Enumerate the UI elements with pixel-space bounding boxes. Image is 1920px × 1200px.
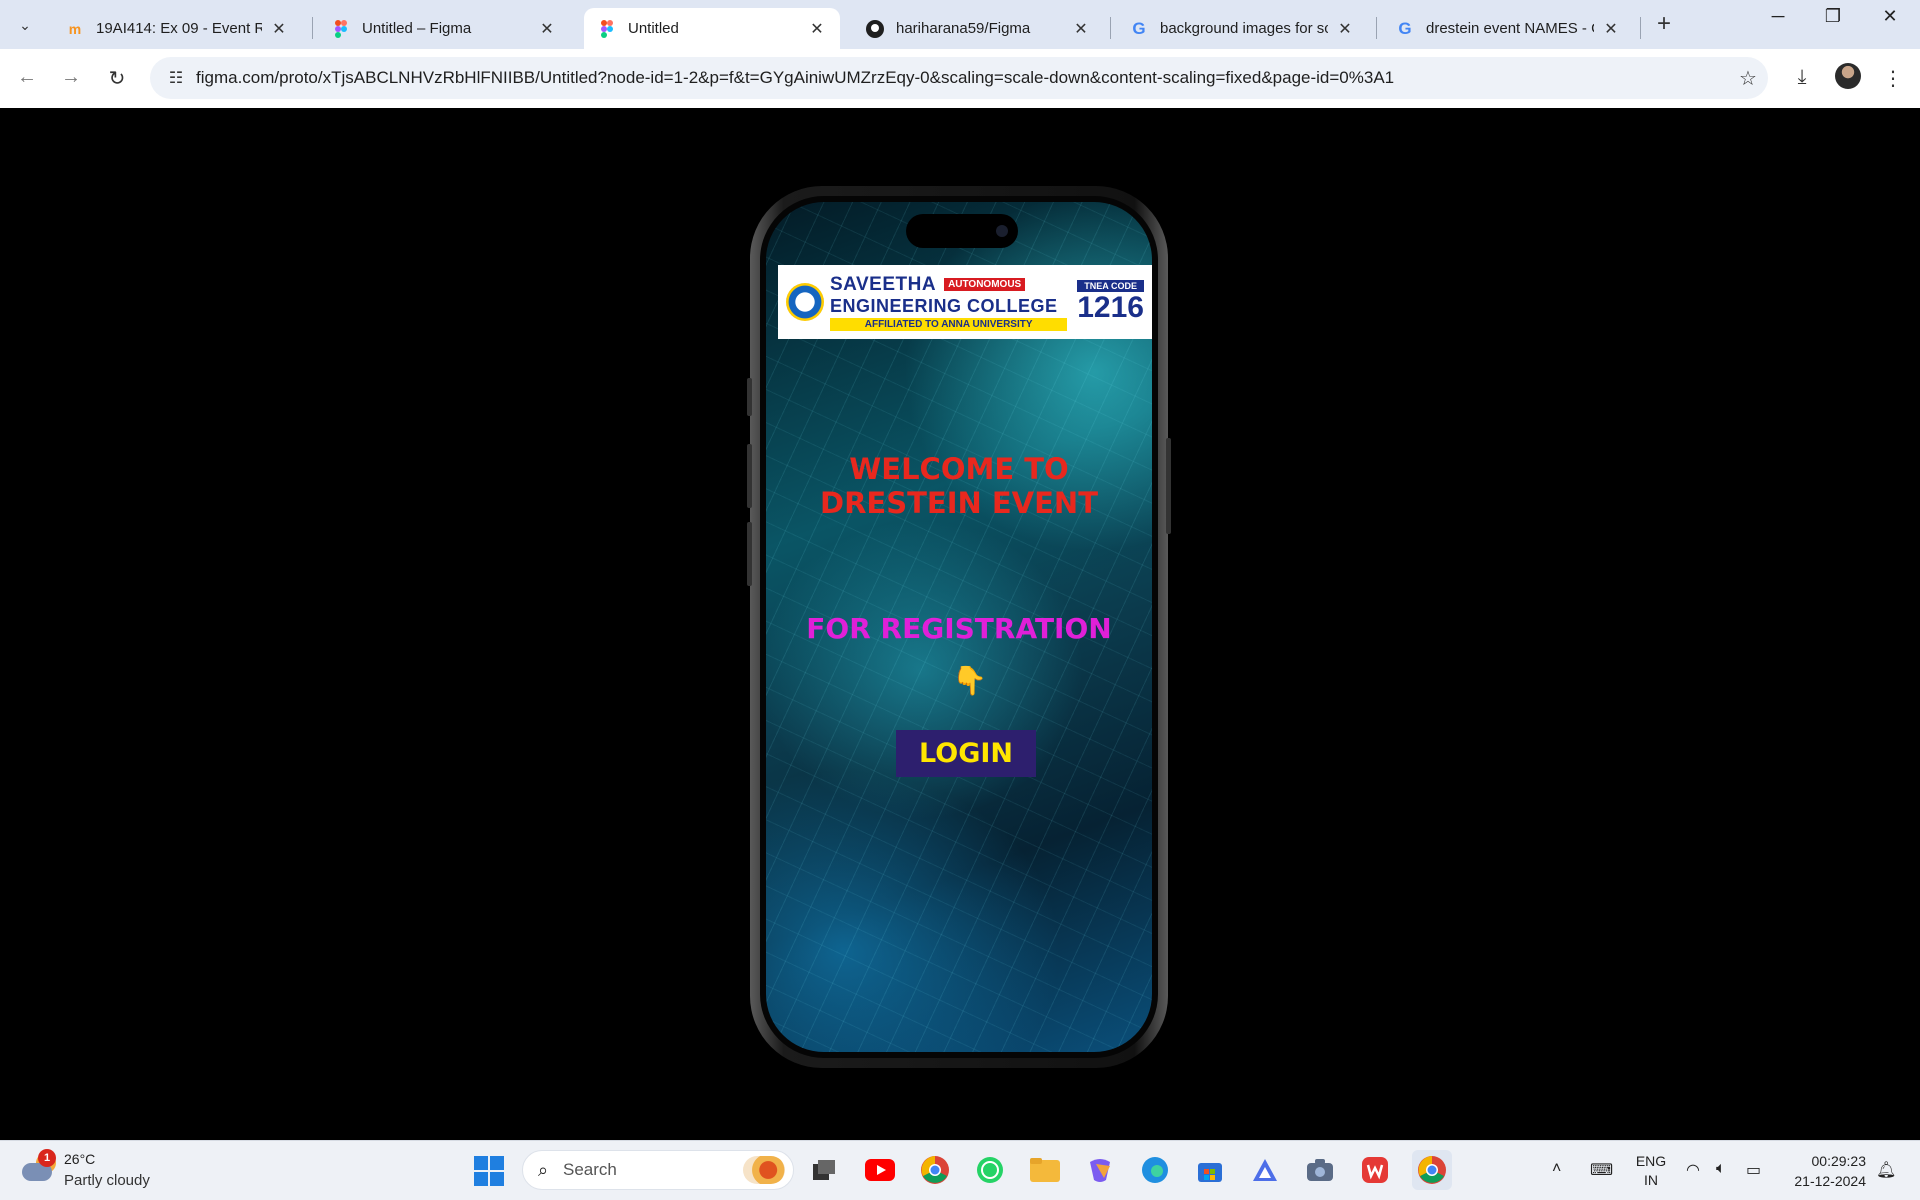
moodle-icon: m — [68, 20, 82, 37]
more-menu-icon[interactable]: ⋮ — [1879, 66, 1907, 91]
notification-badge: 1 — [38, 1149, 56, 1167]
wifi-icon[interactable]: ◠ — [1686, 1160, 1700, 1180]
tab-google-search-images[interactable]: G background images for sci ✕ — [1116, 8, 1368, 49]
restore-icon[interactable]: ❐ — [1813, 6, 1853, 27]
figma-prototype-viewport: SAVEETHA AUTONOMOUS ENGINEERING COLLEGE … — [0, 108, 1920, 1140]
phone-side-button — [747, 522, 752, 586]
close-tab-icon[interactable]: ✕ — [1602, 19, 1620, 39]
chrome-profile-icon[interactable] — [1412, 1150, 1452, 1190]
tab-title: 19AI414: Ex 09 - Event Reg — [96, 20, 262, 37]
arc-icon[interactable] — [1249, 1154, 1281, 1186]
figma-icon — [332, 19, 350, 38]
tab-divider — [312, 17, 313, 39]
notification-bell-icon[interactable]: 🔔︎ — [1876, 1160, 1896, 1180]
language-code: ENG — [1635, 1153, 1667, 1169]
college-name-line1: SAVEETHA — [830, 273, 937, 295]
autonomous-badge: AUTONOMOUS — [944, 278, 1026, 291]
close-tab-icon[interactable]: ✕ — [270, 19, 288, 39]
weather-temperature[interactable]: 26°C — [64, 1151, 95, 1167]
tnea-code: 1216 — [1077, 291, 1144, 324]
reload-icon[interactable]: ↻ — [104, 66, 130, 91]
tab-title: Untitled — [628, 20, 679, 37]
tab-title: background images for sci — [1160, 20, 1328, 37]
search-highlight-icon — [743, 1156, 785, 1184]
close-tab-icon[interactable]: ✕ — [1336, 19, 1354, 39]
phone-frame: SAVEETHA AUTONOMOUS ENGINEERING COLLEGE … — [747, 186, 1171, 1068]
close-tab-icon[interactable]: ✕ — [538, 19, 556, 39]
google-icon: G — [1398, 18, 1412, 38]
address-bar[interactable]: ☷ figma.com/proto/xTjsABCLNHVzRbHlFNIIBB… — [150, 57, 1768, 99]
tab-divider — [1640, 17, 1641, 39]
phone-side-button — [747, 444, 752, 508]
tab-title: Untitled – Figma — [362, 20, 472, 37]
site-info-icon[interactable]: ☷ — [156, 68, 196, 88]
close-tab-icon[interactable]: ✕ — [808, 19, 826, 39]
tab-figma-editor[interactable]: Untitled – Figma ✕ — [318, 8, 570, 49]
pointing-down-icon: 👇 — [952, 665, 987, 696]
forward-icon[interactable]: → — [58, 66, 84, 89]
copilot-icon[interactable] — [1084, 1154, 1116, 1186]
weather-condition[interactable]: Partly cloudy — [64, 1172, 150, 1189]
clock-date: 21-12-2024 — [1794, 1173, 1866, 1189]
bookmark-star-icon[interactable]: ☆ — [1728, 66, 1768, 91]
registration-text: FOR REGISTRATION — [806, 612, 1112, 645]
tab-google-search-names[interactable]: G drestein event NAMES - G ✕ — [1382, 8, 1634, 49]
edge-icon[interactable] — [1139, 1154, 1171, 1186]
browser-toolbar: ← → ↻ ☷ figma.com/proto/xTjsABCLNHVzRbHl… — [0, 49, 1920, 108]
keyboard-icon[interactable]: ⌨ — [1590, 1160, 1613, 1180]
tab-title: drestein event NAMES - G — [1426, 20, 1594, 37]
windows-start-icon[interactable] — [474, 1156, 504, 1186]
login-button[interactable]: LOGIN — [896, 730, 1036, 777]
college-logo-icon — [786, 283, 824, 321]
welcome-heading: WELCOME TO DRESTEIN EVENT — [820, 452, 1098, 520]
github-icon — [866, 19, 884, 38]
figma-icon — [598, 19, 616, 38]
region-code: IN — [1644, 1172, 1658, 1188]
phone-side-button — [747, 378, 752, 416]
whatsapp-icon[interactable] — [974, 1154, 1006, 1186]
close-window-icon[interactable]: ✕ — [1870, 6, 1910, 27]
search-icon: ⌕ — [537, 1159, 549, 1180]
tab-moodle[interactable]: m 19AI414: Ex 09 - Event Reg ✕ — [52, 8, 302, 49]
file-explorer-dark-icon[interactable] — [808, 1154, 840, 1186]
new-tab-button[interactable]: + — [1650, 10, 1678, 38]
clock-time: 00:29:23 — [1811, 1153, 1867, 1169]
close-tab-icon[interactable]: ✕ — [1072, 19, 1090, 39]
profile-avatar[interactable] — [1835, 63, 1861, 89]
phone-screen: SAVEETHA AUTONOMOUS ENGINEERING COLLEGE … — [766, 202, 1152, 1052]
affiliation-strip: AFFILIATED TO ANNA UNIVERSITY — [830, 317, 1068, 331]
store-icon[interactable] — [1194, 1154, 1226, 1186]
file-explorer-icon[interactable] — [1029, 1154, 1061, 1186]
download-icon[interactable]: ⤓ — [1788, 66, 1816, 89]
google-icon: G — [1132, 18, 1146, 38]
search-placeholder: Search — [563, 1160, 617, 1179]
tab-untitled-prototype[interactable]: Untitled ✕ — [584, 8, 840, 49]
tab-github[interactable]: hariharana59/Figma ✕ — [852, 8, 1104, 49]
college-name-line2: ENGINEERING COLLEGE — [830, 295, 1058, 316]
chrome-icon[interactable] — [919, 1154, 951, 1186]
tab-title: hariharana59/Figma — [896, 20, 1031, 37]
wps-icon[interactable] — [1359, 1154, 1391, 1186]
dynamic-island — [906, 214, 1018, 248]
url-text[interactable]: figma.com/proto/xTjsABCLNHVzRbHlFNIIBB/U… — [196, 68, 1728, 88]
tab-divider — [1110, 17, 1111, 39]
battery-icon[interactable]: ▭ — [1746, 1160, 1761, 1180]
youtube-icon[interactable] — [864, 1154, 896, 1186]
tab-strip: ⌄ m 19AI414: Ex 09 - Event Reg ✕ Untitle… — [0, 0, 1920, 49]
minimize-icon[interactable]: ─ — [1758, 6, 1798, 27]
taskbar-search[interactable]: ⌕ Search — [522, 1150, 794, 1190]
system-clock[interactable]: 00:29:23 21-12-2024 — [1780, 1151, 1866, 1191]
camera-icon[interactable] — [1304, 1154, 1336, 1186]
chevron-up-icon[interactable]: ˄ — [1552, 1160, 1561, 1178]
language-indicator[interactable]: ENG IN — [1635, 1152, 1667, 1190]
volume-icon[interactable]: 🔈︎ — [1716, 1160, 1726, 1178]
windows-taskbar: 1 26°C Partly cloudy ⌕ Search ˄ ⌨ ENG IN… — [0, 1140, 1920, 1200]
tab-search-chevron-icon[interactable]: ⌄ — [10, 10, 40, 40]
college-banner: SAVEETHA AUTONOMOUS ENGINEERING COLLEGE … — [778, 265, 1152, 339]
back-icon[interactable]: ← — [14, 66, 40, 89]
tab-divider — [1376, 17, 1377, 39]
phone-side-button — [1166, 438, 1171, 534]
